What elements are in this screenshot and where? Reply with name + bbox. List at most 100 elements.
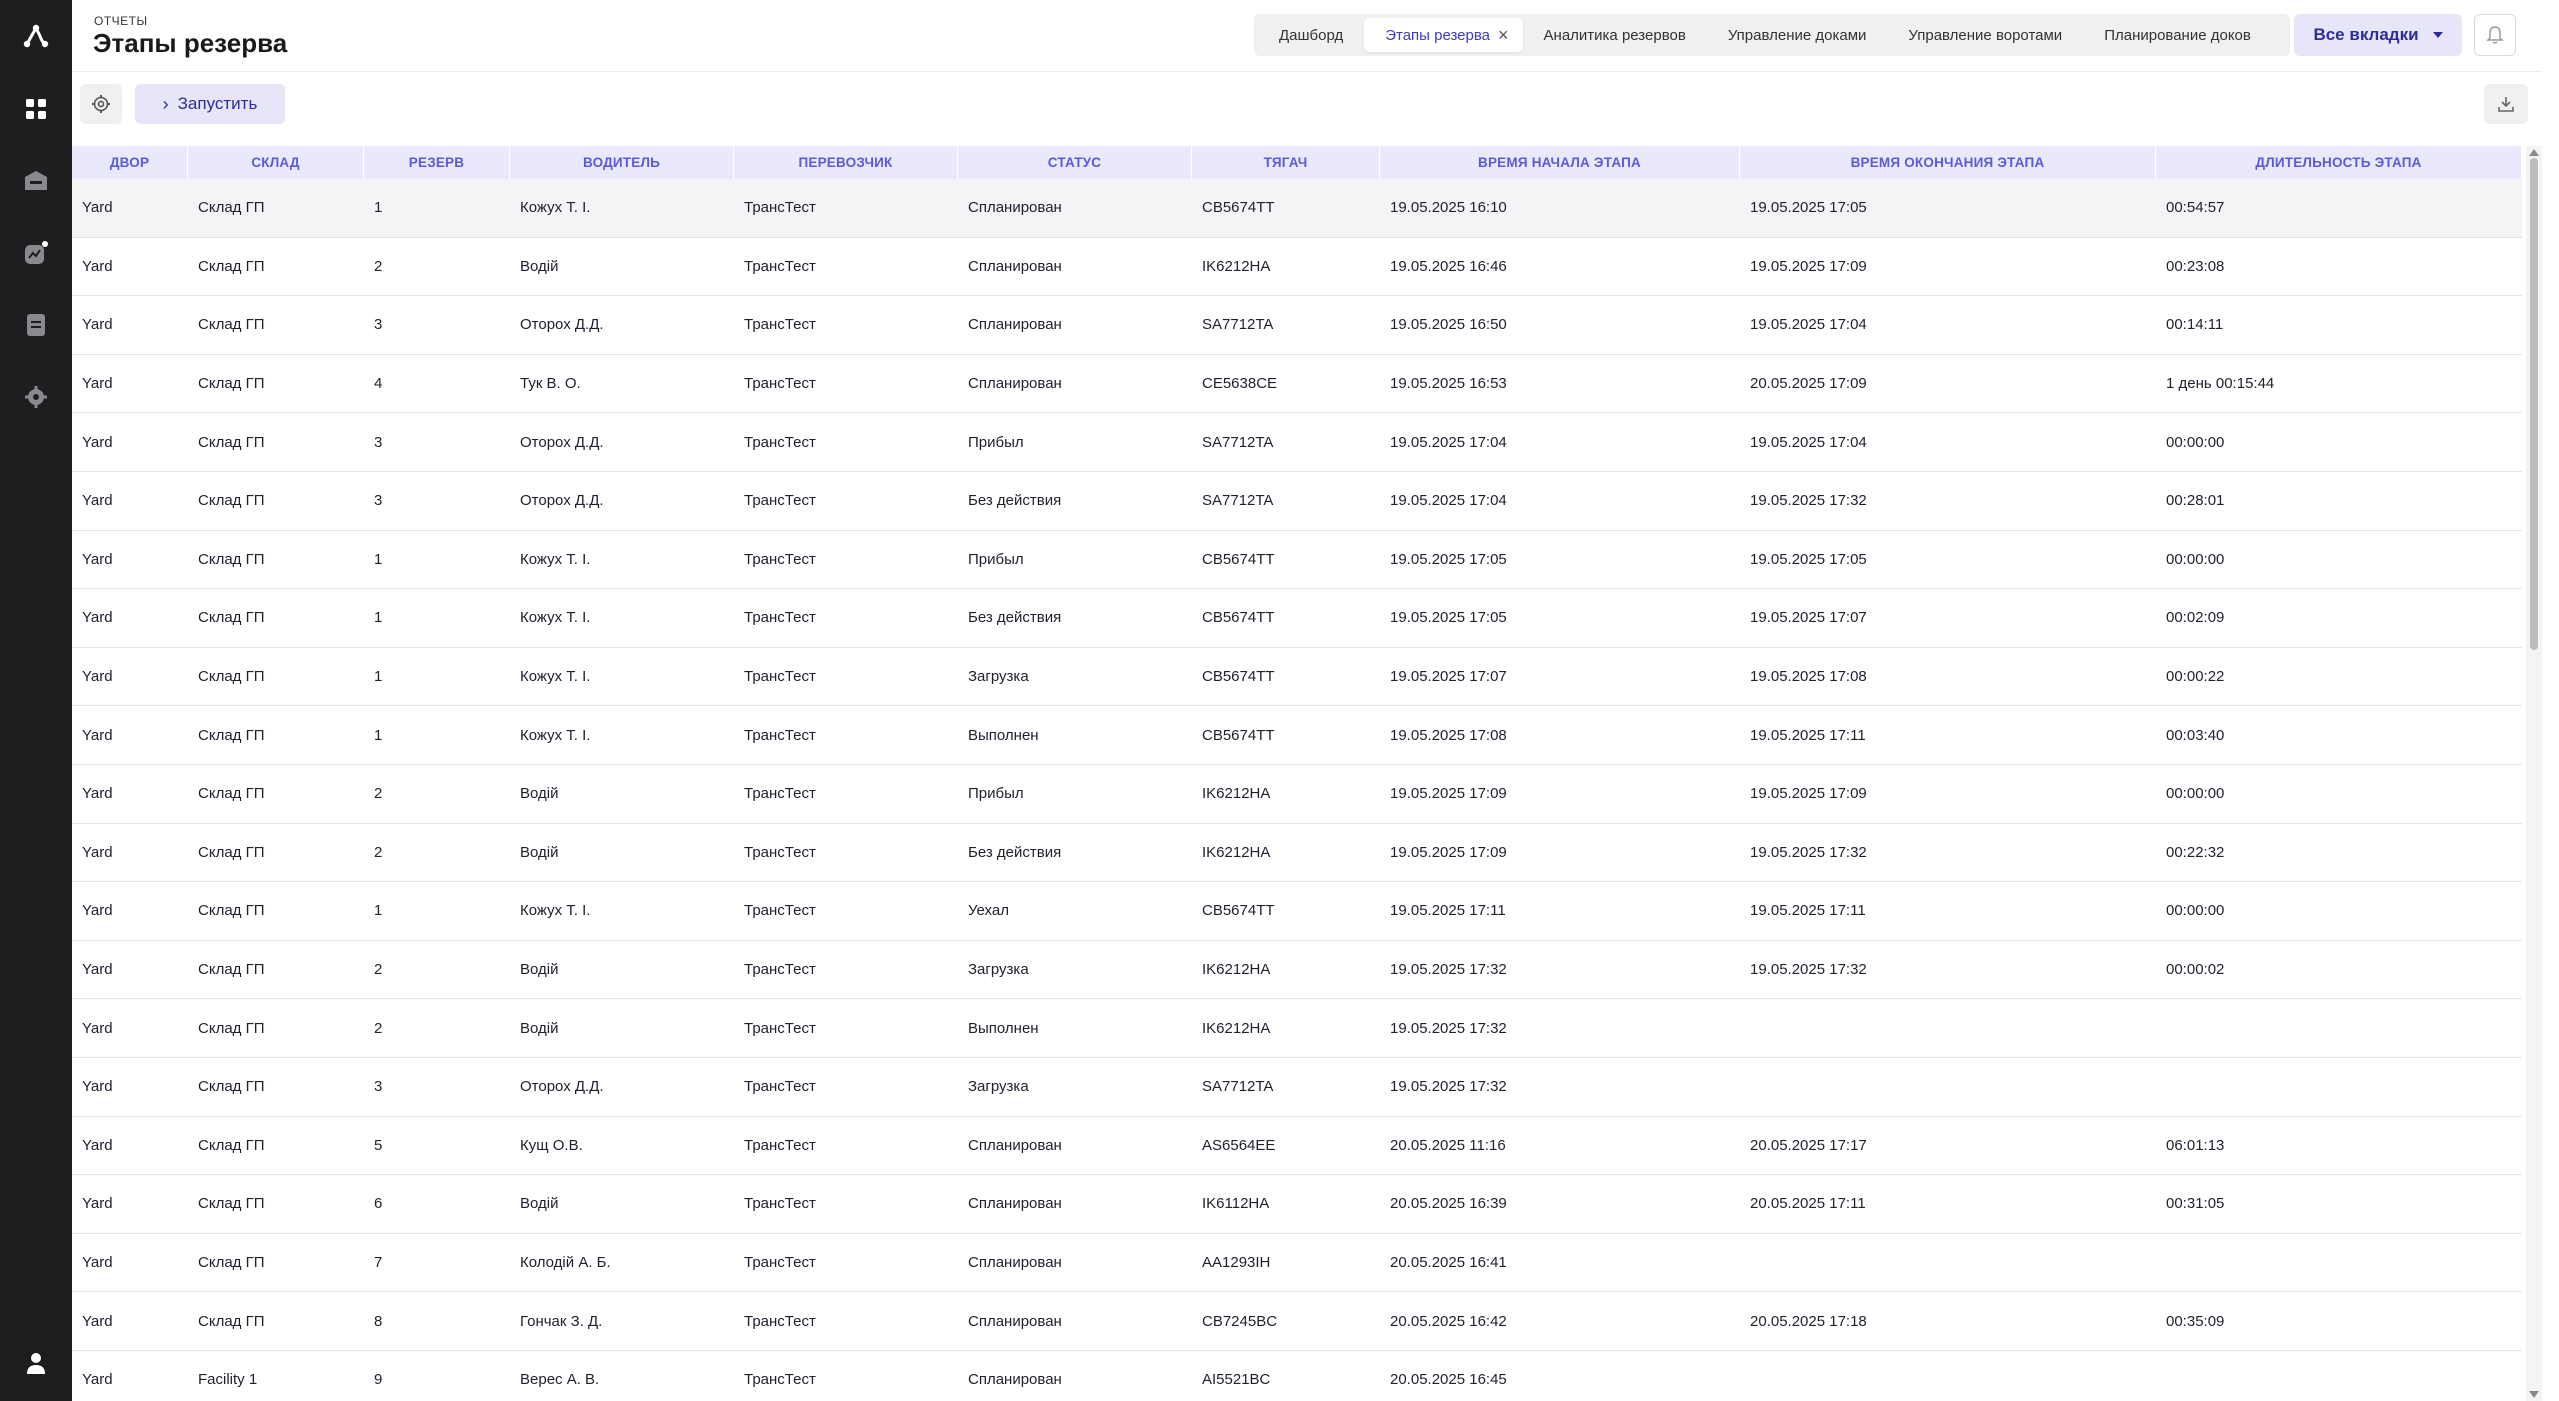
cell-warehouse: Склад ГП <box>198 902 265 920</box>
scroll-up-arrow-icon[interactable] <box>2529 149 2539 156</box>
cell-driver: Водій <box>520 1019 559 1037</box>
warehouse-icon[interactable] <box>20 165 52 197</box>
table-row[interactable]: Yard Склад ГП 1 Кожух Т. І. ТрансТест Прибыл C… <box>72 531 2522 590</box>
table-row[interactable]: Yard Склад ГП 4 Тук В. О. ТрансТест Спланиров… <box>72 355 2522 414</box>
top-bar: ОТЧЕТЫ Этапы резерва Дашборд Этапы резер… <box>72 0 2542 72</box>
cell-stage-duration: 00:00:00 <box>2166 902 2225 920</box>
run-button-label: Запустить <box>177 94 258 113</box>
dashboard-icon[interactable] <box>20 93 52 125</box>
table-row[interactable]: Yard Склад ГП 3 Оторох Д.Д. ТрансТест Загрузк… <box>72 1058 2522 1117</box>
cell-reservation: 3 <box>374 433 383 451</box>
cell-driver: Кожух Т. І. <box>520 902 591 920</box>
header-col-status[interactable]: СТАТУС <box>958 146 1192 179</box>
cell-stage-end: 19.05.2025 17:09 <box>1750 785 1867 803</box>
notifications-button[interactable] <box>2474 14 2516 56</box>
header-col-stage-duration[interactable]: ДЛИТЕЛЬНОСТЬ ЭТАПА <box>2156 146 2522 179</box>
all-tabs-button[interactable]: Все вкладки <box>2294 14 2462 56</box>
tab-gate-management[interactable]: Управление воротами <box>1887 18 2083 52</box>
cell-yard: Yard <box>82 433 113 451</box>
header-col-stage-start[interactable]: ВРЕМЯ НАЧАЛА ЭТАПА <box>1380 146 1740 179</box>
cell-stage-start: 20.05.2025 16:45 <box>1390 1371 1507 1389</box>
table-row[interactable]: Yard Склад ГП 1 Кожух Т. І. ТрансТест Выполне… <box>72 706 2522 765</box>
table-row[interactable]: Yard Склад ГП 8 Гончак З. Д. ТрансТест Сплани… <box>72 1292 2522 1351</box>
cell-reservation: 1 <box>374 726 383 744</box>
header-col-tractor[interactable]: ТЯГАЧ <box>1192 146 1380 179</box>
table-row[interactable]: Yard Склад ГП 7 Колодій А. Б. ТрансТест Сплан… <box>72 1234 2522 1293</box>
table-row[interactable]: Yard Склад ГП 6 Водій ТрансТест Спланирован IK… <box>72 1175 2522 1234</box>
table-row[interactable]: Yard Склад ГП 2 Водій ТрансТест Выполнен IK621… <box>72 999 2522 1058</box>
scroll-thumb[interactable] <box>2530 158 2538 650</box>
table-row[interactable]: Yard Склад ГП 1 Кожух Т. І. ТрансТест Загрузк… <box>72 648 2522 707</box>
tab-dashboard[interactable]: Дашборд <box>1258 18 1364 52</box>
cell-carrier: ТрансТест <box>744 843 816 861</box>
cell-carrier: ТрансТест <box>744 375 816 393</box>
app-logo-icon[interactable] <box>20 20 52 52</box>
download-button[interactable] <box>2484 84 2528 124</box>
cell-carrier: ТрансТест <box>744 550 816 568</box>
cell-yard: Yard <box>82 1312 113 1330</box>
cell-status: Спланирован <box>968 375 1062 393</box>
sidebar <box>0 0 72 1401</box>
table-row[interactable]: Yard Склад ГП 1 Кожух Т. І. ТрансТест Уехал CB… <box>72 882 2522 941</box>
cell-warehouse: Склад ГП <box>198 316 265 334</box>
cell-tractor: CB7245BC <box>1202 1312 1278 1330</box>
header-col-driver[interactable]: ВОДИТЕЛЬ <box>510 146 734 179</box>
tab-dock-management[interactable]: Управление доками <box>1707 18 1888 52</box>
table-row[interactable]: Yard Склад ГП 3 Оторох Д.Д. ТрансТест Прибыл S… <box>72 413 2522 472</box>
header-col-stage-end[interactable]: ВРЕМЯ ОКОНЧАНИЯ ЭТАПА <box>1740 146 2156 179</box>
run-button[interactable]: › Запустить <box>135 84 285 124</box>
header-col-carrier[interactable]: ПЕРЕВОЗЧИК <box>734 146 958 179</box>
cell-stage-duration: 00:35:09 <box>2166 1312 2225 1330</box>
table-row[interactable]: Yard Facility 1 9 Верес А. В. ТрансТест Сплан… <box>72 1351 2522 1401</box>
analytics-icon[interactable] <box>20 237 52 269</box>
reports-icon[interactable] <box>20 309 52 341</box>
cell-stage-end: 19.05.2025 17:05 <box>1750 199 1867 217</box>
cell-reservation: 2 <box>374 1019 383 1037</box>
table-settings-button[interactable] <box>80 84 122 124</box>
table-row[interactable]: Yard Склад ГП 5 Кущ О.В. ТрансТест Спланирова… <box>72 1117 2522 1176</box>
cell-reservation: 3 <box>374 492 383 510</box>
chevron-right-icon: › <box>162 93 169 114</box>
close-icon[interactable]: × <box>1498 26 1509 44</box>
table-row[interactable]: Yard Склад ГП 2 Водій ТрансТест Прибыл IK6212H… <box>72 765 2522 824</box>
cell-carrier: ТрансТест <box>744 902 816 920</box>
cell-status: Спланирован <box>968 316 1062 334</box>
settings-icon[interactable] <box>20 381 52 413</box>
cell-stage-duration: 00:14:11 <box>2166 316 2224 334</box>
scroll-down-arrow-icon[interactable] <box>2529 1391 2539 1398</box>
table-row[interactable]: Yard Склад ГП 2 Водій ТрансТест Без действия I… <box>72 824 2522 883</box>
gear-icon <box>92 95 110 113</box>
tab-reservation-stages[interactable]: Этапы резерва × <box>1364 18 1523 52</box>
cell-status: Без действия <box>968 843 1062 861</box>
cell-reservation: 5 <box>374 1136 383 1154</box>
table-row[interactable]: Yard Склад ГП 1 Кожух Т. І. ТрансТест Спланир… <box>72 179 2522 238</box>
cell-warehouse: Склад ГП <box>198 1312 265 1330</box>
table-row[interactable]: Yard Склад ГП 2 Водій ТрансТест Спланирован IK… <box>72 238 2522 297</box>
cell-status: Спланирован <box>968 1195 1062 1213</box>
vertical-scrollbar[interactable] <box>2526 146 2542 1401</box>
header-col-yard[interactable]: ДВОР <box>72 146 188 179</box>
table-row[interactable]: Yard Склад ГП 3 Оторох Д.Д. ТрансТест Без дей… <box>72 472 2522 531</box>
cell-yard: Yard <box>82 726 113 744</box>
header-col-warehouse[interactable]: СКЛАД <box>188 146 364 179</box>
cell-stage-duration: 00:28:01 <box>2166 492 2225 510</box>
tab-dock-planning[interactable]: Планирование доков <box>2083 18 2272 52</box>
cell-driver: Верес А. В. <box>520 1371 600 1389</box>
table-row[interactable]: Yard Склад ГП 1 Кожух Т. І. ТрансТест Без дей… <box>72 589 2522 648</box>
cell-stage-end: 19.05.2025 17:04 <box>1750 316 1867 334</box>
user-profile-icon[interactable] <box>20 1347 52 1379</box>
cell-tractor: CE5638CE <box>1202 375 1278 393</box>
table-row[interactable]: Yard Склад ГП 3 Оторох Д.Д. ТрансТест Спланир… <box>72 296 2522 355</box>
table-header-row: ДВОР СКЛАД РЕЗЕРВ ВОДИТЕЛЬ ПЕРЕВОЗЧИК СТАТУС Т… <box>72 146 2522 179</box>
cell-yard: Yard <box>82 843 113 861</box>
cell-warehouse: Склад ГП <box>198 492 265 510</box>
table-row[interactable]: Yard Склад ГП 2 Водій ТрансТест Загрузка IK621… <box>72 941 2522 1000</box>
cell-tractor: AS6564EE <box>1202 1136 1276 1154</box>
cell-warehouse: Склад ГП <box>198 1253 265 1271</box>
cell-yard: Yard <box>82 609 113 627</box>
cell-stage-start: 20.05.2025 11:16 <box>1390 1136 1506 1154</box>
tab-reservation-analytics[interactable]: Аналитика резервов <box>1523 18 1707 52</box>
cell-driver: Кожух Т. І. <box>520 609 591 627</box>
header-col-reservation[interactable]: РЕЗЕРВ <box>364 146 510 179</box>
cell-stage-end: 19.05.2025 17:05 <box>1750 550 1867 568</box>
